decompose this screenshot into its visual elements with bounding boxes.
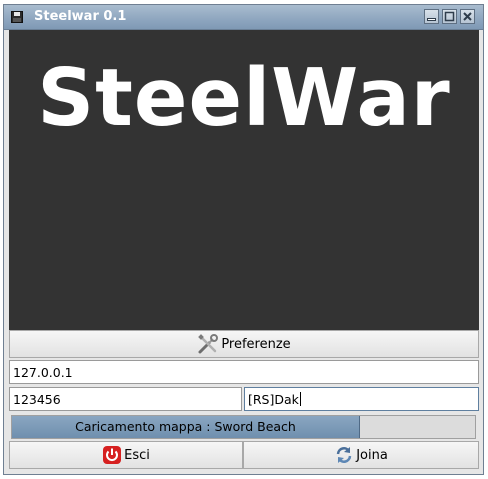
player-name-value: [RS]Dak: [248, 391, 299, 407]
window-title: Steelwar 0.1: [34, 9, 127, 24]
preferences-button[interactable]: Preferenze: [9, 330, 479, 358]
join-label: Joina: [356, 447, 388, 463]
progress-label: Caricamento mappa : Sword Beach: [75, 419, 296, 434]
game-logo: SteelWar: [37, 52, 451, 144]
maximize-icon: [444, 11, 455, 22]
app-icon: [11, 11, 23, 23]
logo-banner: SteelWar: [9, 30, 479, 330]
port-input[interactable]: 123456: [9, 387, 242, 411]
main-window: Steelwar 0.1 SteelWar Preferenze 127.0.0…: [3, 4, 484, 475]
refresh-icon: [336, 447, 352, 463]
maximize-button[interactable]: [442, 9, 457, 24]
power-icon: [103, 446, 122, 464]
close-icon: [463, 12, 472, 21]
close-button[interactable]: [460, 9, 475, 24]
text-caret: [299, 392, 301, 406]
join-button[interactable]: Joina: [243, 441, 479, 469]
exit-label: Esci: [124, 447, 150, 463]
player-name-input[interactable]: [RS]Dak: [244, 387, 479, 411]
tools-icon: [198, 334, 219, 354]
minimize-icon: [427, 18, 436, 21]
exit-button[interactable]: Esci: [9, 441, 243, 469]
server-address-input[interactable]: 127.0.0.1: [9, 360, 479, 384]
title-bar[interactable]: Steelwar 0.1: [4, 5, 483, 30]
minimize-button[interactable]: [424, 9, 439, 24]
preferences-label: Preferenze: [221, 336, 291, 352]
loading-progress-bar: Caricamento mappa : Sword Beach: [11, 415, 476, 439]
